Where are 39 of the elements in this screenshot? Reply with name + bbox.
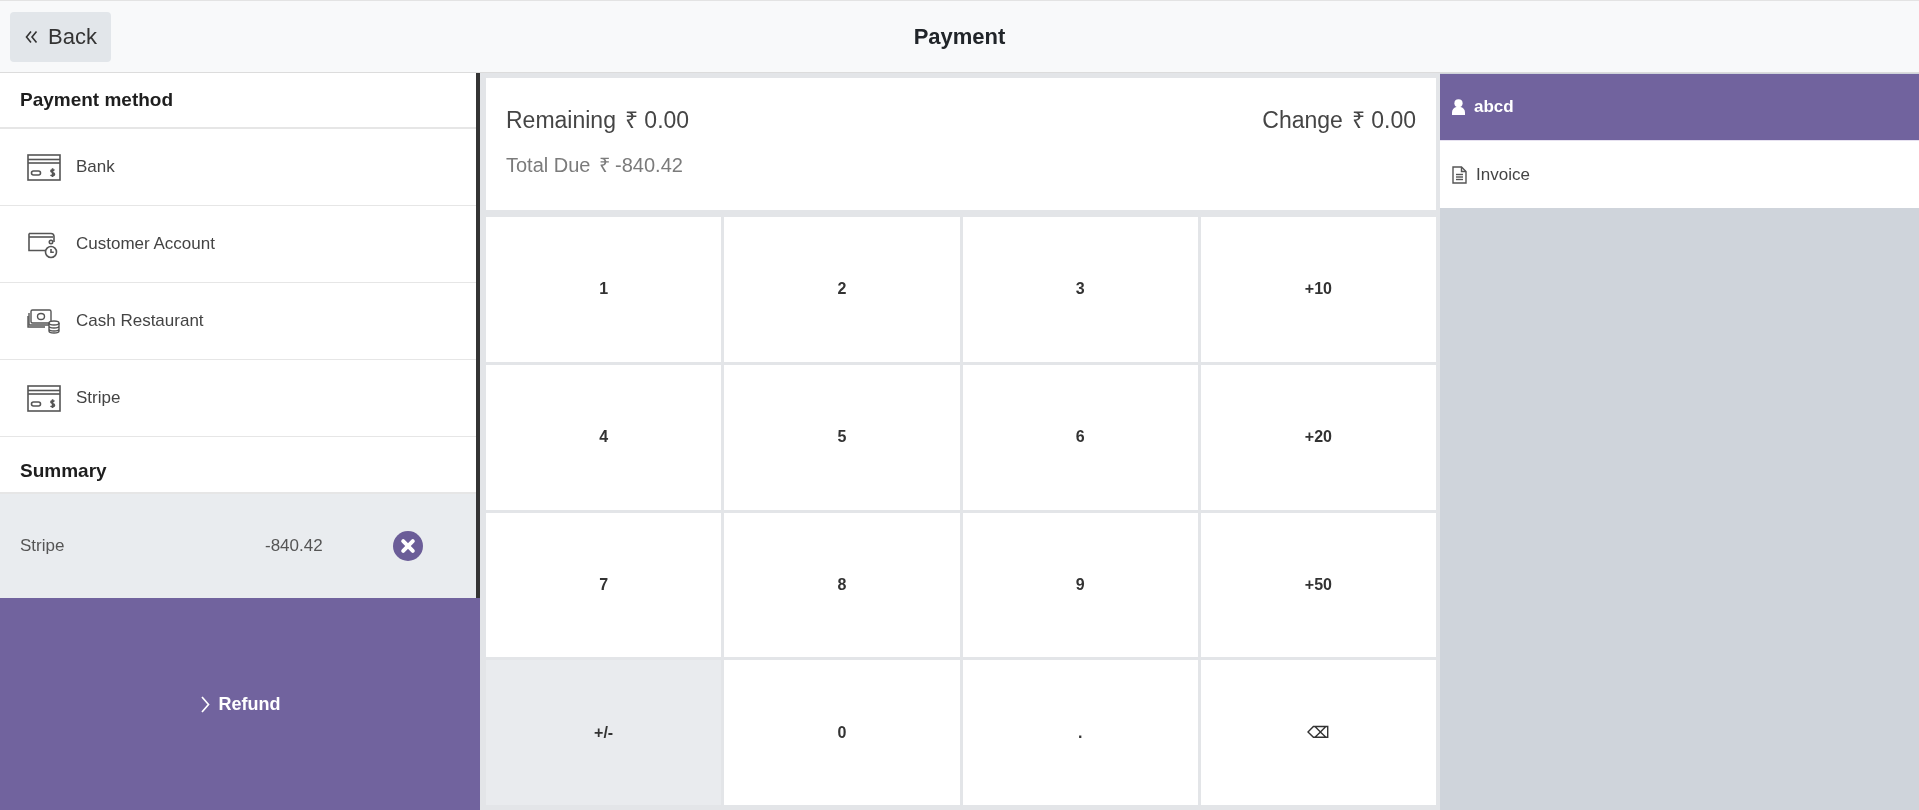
refund-button[interactable]: Refund [0, 598, 480, 810]
keypad-key[interactable]: 7 [486, 512, 722, 658]
section-title: Summary [20, 460, 107, 482]
keypad-key[interactable]: 1 [486, 217, 722, 362]
credit-card-icon [27, 384, 61, 412]
back-button[interactable]: Back [10, 11, 111, 62]
credit-card-icon [27, 153, 61, 181]
keypad-key[interactable]: 0 [724, 660, 960, 805]
keypad-key[interactable]: 6 [962, 364, 1198, 510]
keypad-key[interactable]: ⌫ [1200, 660, 1436, 805]
keypad-key[interactable]: +10 [1200, 217, 1436, 362]
summary-method: Stripe [19, 536, 66, 556]
page-title: Payment [913, 23, 1006, 50]
keypad-key[interactable]: 2 [724, 217, 960, 362]
change-amount: ₹ 0.00 [1351, 106, 1416, 135]
total-due-label: Total Due [506, 153, 591, 177]
double-chevron-left-icon [24, 29, 38, 44]
customer-button[interactable]: abcd [1440, 74, 1919, 140]
banknote-coins-icon [27, 308, 60, 334]
summary-amount: -840.42 [265, 536, 324, 556]
remaining-amount: ₹ 0.00 [624, 106, 690, 135]
keypad-key[interactable]: . [962, 660, 1198, 805]
close-icon[interactable] [393, 531, 423, 561]
user-icon [1452, 99, 1465, 115]
document-icon [1452, 165, 1467, 184]
chevron-right-icon [199, 694, 211, 714]
keypad-key[interactable]: +50 [1200, 512, 1436, 658]
change-label: Change [1262, 106, 1343, 135]
keypad-key[interactable]: 9 [962, 512, 1198, 658]
remaining-label: Remaining [506, 106, 616, 135]
invoice-button[interactable]: Invoice [1440, 140, 1919, 208]
keypad-key[interactable]: 3 [962, 217, 1198, 362]
keypad-key[interactable]: +/- [486, 660, 722, 805]
keypad-key[interactable]: 5 [724, 364, 960, 510]
total-due-amount: ₹ -840.42 [598, 153, 683, 177]
keypad-key[interactable]: 4 [486, 364, 722, 510]
keypad-key[interactable]: +20 [1200, 364, 1436, 510]
section-title: Payment method [20, 89, 174, 111]
keypad-key[interactable]: 8 [724, 512, 960, 658]
